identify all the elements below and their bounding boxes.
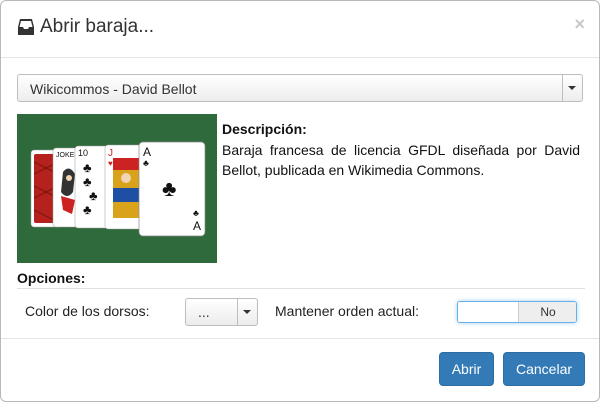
keep-order-label: Mantener orden actual: (275, 303, 419, 319)
dialog-title: Abrir baraja... (40, 16, 155, 37)
description-heading: Descripción: (222, 121, 307, 137)
svg-text:♣: ♣ (83, 174, 92, 189)
deck-select-value: Wikicommos - David Bellot (30, 81, 197, 97)
svg-text:10: 10 (78, 148, 88, 158)
svg-text:♣: ♣ (143, 158, 149, 168)
svg-text:A: A (193, 219, 201, 233)
back-color-dropdown[interactable]: ... (185, 298, 258, 326)
svg-text:♣: ♣ (83, 202, 92, 217)
footer-divider (1, 338, 599, 339)
toggle-handle[interactable] (458, 302, 518, 322)
back-color-value: ... (198, 304, 210, 320)
svg-text:J: J (108, 148, 113, 159)
svg-text:A: A (143, 145, 151, 159)
svg-text:♣: ♣ (193, 208, 199, 218)
open-deck-dialog: Abrir baraja... × Wikicommos - David Bel… (0, 0, 600, 402)
close-button[interactable]: × (574, 15, 585, 33)
options-heading: Opciones: (17, 270, 86, 286)
open-button[interactable]: Abrir (439, 352, 494, 386)
deck-select[interactable]: Wikicommos - David Bellot (17, 74, 583, 102)
ace-of-clubs-card-icon: A ♣ ♣ ♣ A (138, 141, 206, 237)
toggle-state-label: No (518, 302, 576, 322)
description-body: Baraja francesa de licencia GFDL diseñad… (222, 142, 580, 178)
svg-text:♣: ♣ (162, 176, 176, 201)
deck-preview-image: JOKER 10 ♣ ♣ ♣ ♣ J ♥ A ♣ ♣ ♣ A (17, 114, 217, 263)
back-color-label: Color de los dorsos: (25, 303, 150, 319)
dialog-header: Abrir baraja... × (1, 1, 599, 58)
svg-text:♣: ♣ (89, 188, 98, 203)
inbox-tray-icon (18, 18, 34, 36)
keep-order-toggle[interactable]: No (457, 301, 577, 323)
options-divider (17, 288, 585, 289)
svg-text:♥: ♥ (108, 159, 113, 168)
chevron-down-icon[interactable] (562, 75, 582, 101)
svg-text:♣: ♣ (83, 160, 92, 175)
chevron-down-icon[interactable] (237, 299, 257, 325)
cancel-button[interactable]: Cancelar (503, 352, 585, 386)
